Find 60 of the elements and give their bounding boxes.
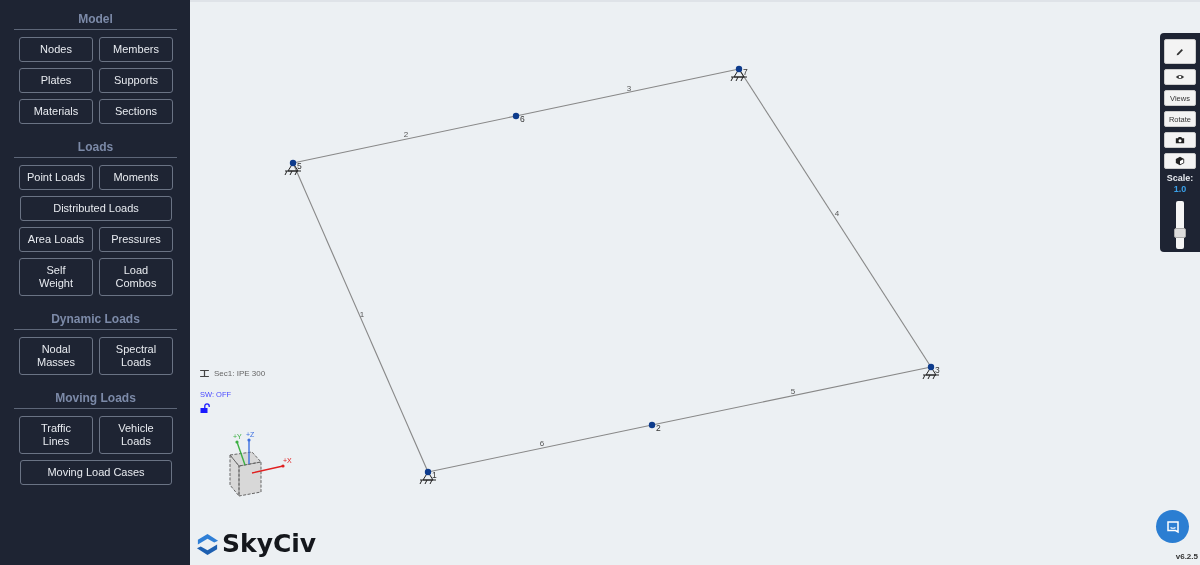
scale-value: 1.0 xyxy=(1173,184,1187,194)
sidebar-button[interactable]: Members xyxy=(99,37,173,62)
node-dot xyxy=(648,421,656,429)
node-dot xyxy=(512,112,520,120)
i-beam-icon xyxy=(200,370,209,377)
sidebar-button[interactable]: Spectral Loads xyxy=(99,337,173,375)
eye-icon xyxy=(1175,72,1185,82)
unlocked-lock-icon[interactable] xyxy=(200,403,210,413)
sidebar-button[interactable]: Nodal Masses xyxy=(19,337,93,375)
cube-icon xyxy=(1175,156,1185,166)
node-dot xyxy=(735,65,743,73)
sidebar-button[interactable]: Point Loads xyxy=(19,165,93,190)
slider-thumb[interactable] xyxy=(1174,227,1186,238)
pencil-icon xyxy=(1175,46,1185,57)
scale-label: Scale: xyxy=(1166,174,1194,183)
sidebar-button[interactable]: Moments xyxy=(99,165,173,190)
member-label: 3 xyxy=(626,84,632,93)
toolbar-button[interactable] xyxy=(1164,132,1196,148)
section-heading: Moving Loads xyxy=(14,391,177,409)
sidebar-button[interactable]: Pressures xyxy=(99,227,173,252)
sidebar-button[interactable]: Vehicle Loads xyxy=(99,416,173,454)
sidebar-button[interactable]: Plates xyxy=(19,68,93,93)
node-dot xyxy=(927,363,935,371)
node-label: 6 xyxy=(520,114,525,124)
scale-slider[interactable] xyxy=(1176,201,1184,249)
chat-icon xyxy=(1165,519,1180,534)
version-text: v6.2.5 xyxy=(1175,552,1198,561)
logo-text: SkyCiv xyxy=(222,529,317,559)
sidebar-button[interactable]: Load Combos xyxy=(99,258,173,296)
toolbar-button[interactable] xyxy=(1164,69,1196,85)
node-dot xyxy=(289,159,297,167)
section-heading: Model xyxy=(14,12,177,30)
sidebar-button[interactable]: Traffic Lines xyxy=(19,416,93,454)
toolbar-button[interactable] xyxy=(1164,153,1196,169)
node-label: 2 xyxy=(656,423,661,433)
node-label: 7 xyxy=(743,67,748,77)
node-dot xyxy=(424,468,432,476)
logo-icon xyxy=(195,531,220,557)
camera-icon xyxy=(1175,135,1185,145)
sidebar-button[interactable]: Nodes xyxy=(19,37,93,62)
sidebar-button[interactable]: Sections xyxy=(99,99,173,124)
sidebar-button[interactable]: Area Loads xyxy=(19,227,93,252)
node-label: 5 xyxy=(297,161,302,171)
node-label: 3 xyxy=(935,365,940,375)
member-label: 4 xyxy=(834,209,840,218)
chat-button[interactable] xyxy=(1156,510,1189,543)
member-label: 2 xyxy=(403,130,409,139)
sidebar-button[interactable]: Supports xyxy=(99,68,173,93)
sidebar-button[interactable]: Distributed Loads xyxy=(20,196,172,221)
section-text: Sec1: IPE 300 xyxy=(214,369,266,378)
node-label: 1 xyxy=(432,470,437,480)
section-heading: Dynamic Loads xyxy=(14,312,177,330)
member-label: 5 xyxy=(790,387,796,396)
section-heading: Loads xyxy=(14,140,177,158)
sidebar-button[interactable]: Self Weight xyxy=(19,258,93,296)
member-label: 6 xyxy=(539,439,545,448)
sidebar-button[interactable]: Moving Load Cases xyxy=(20,460,172,485)
view-cube-drawing xyxy=(229,451,262,497)
member-label: 1 xyxy=(359,310,365,319)
sidebar-button[interactable]: Materials xyxy=(19,99,93,124)
